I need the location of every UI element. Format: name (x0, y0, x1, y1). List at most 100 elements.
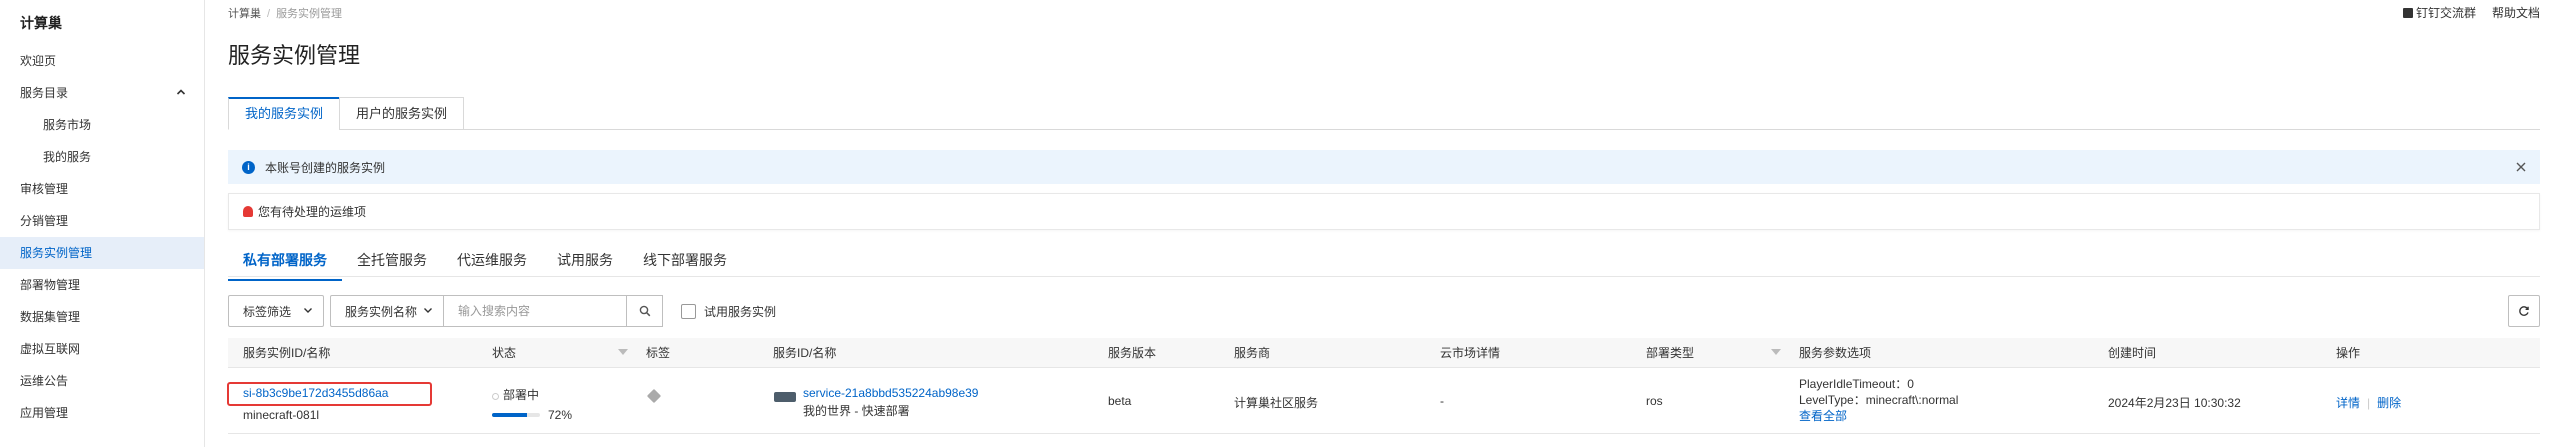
trial-checkbox-label: 试用服务实例 (704, 304, 777, 319)
dingtalk-label: 钉钉交流群 (2415, 6, 2476, 20)
filter-icon[interactable] (1771, 349, 1781, 355)
service-logo (774, 392, 796, 402)
col-provider: 服务商 (1234, 346, 1271, 360)
tab-private-deploy[interactable]: 私有部署服务 (228, 250, 342, 281)
dingtalk-icon (2402, 8, 2413, 18)
tag-icon (646, 388, 662, 404)
param-level-type: LevelType：minecraft\:normal (1799, 393, 1959, 407)
highlight-annotation (227, 382, 432, 406)
market-details: - (1440, 394, 1444, 408)
info-banner: i 本账号创建的服务实例 (228, 150, 2540, 184)
instance-scope-tabs: 我的服务实例 用户的服务实例 (228, 97, 465, 130)
sidebar-item-datasets[interactable]: 数据集管理 (0, 301, 204, 333)
sidebar-item-artifacts[interactable]: 部署物管理 (0, 269, 204, 301)
service-provider: 计算巢社区服务 (1234, 396, 1319, 410)
sidebar-item-distribution[interactable]: 分销管理 (0, 205, 204, 237)
trial-checkbox[interactable] (681, 303, 697, 319)
service-name: 我的世界 - 快速部署 (803, 404, 910, 418)
col-instance: 服务实例ID/名称 (243, 346, 331, 360)
sidebar-item-virtual-internet[interactable]: 虚拟互联网 (0, 333, 204, 365)
col-created: 创建时间 (2108, 346, 2157, 360)
delete-link[interactable]: 删除 (2377, 396, 2401, 410)
info-icon: i (242, 160, 255, 174)
chevron-down-icon (423, 305, 433, 318)
service-id-link[interactable]: service-21a8bbd535224ab98e39 (803, 386, 978, 400)
service-version: beta (1108, 394, 1132, 408)
col-params: 服务参数选项 (1799, 346, 1872, 360)
tab-trial[interactable]: 试用服务 (542, 250, 628, 281)
table-row: si-8b3c9be172d3455d86aa minecraft-081l 部… (228, 368, 2540, 434)
refresh-button[interactable] (2508, 295, 2540, 327)
param-player-idle-timeout: PlayerIdleTimeout：0 (1799, 377, 1914, 391)
search-button[interactable] (627, 295, 664, 327)
close-icon[interactable] (2516, 159, 2526, 175)
tab-my-instances[interactable]: 我的服务实例 (228, 97, 341, 130)
filter-icon[interactable] (618, 349, 628, 355)
service-logo-icon (774, 392, 796, 402)
sidebar-item-app-management[interactable]: 应用管理 (0, 397, 204, 429)
col-market: 云市场详情 (1440, 346, 1501, 360)
trial-instance-filter[interactable]: 试用服务实例 (681, 303, 776, 320)
sidebar-item-ops-notice[interactable]: 运维公告 (0, 365, 204, 397)
sidebar-item-service-market[interactable]: 服务市场 (0, 109, 204, 141)
sidebar: 计算巢 欢迎页 服务目录 服务市场 我的服务 审核管理 分销管理 服务实例管理 … (0, 0, 205, 447)
col-deploy-type: 部署类型 (1646, 346, 1695, 360)
table-header: 服务实例ID/名称 状态 标签 服务ID/名称 服务版本 服务商 云市场详情 部… (228, 338, 2540, 368)
status-text: 部署中 (492, 386, 539, 403)
sidebar-item-welcome[interactable]: 欢迎页 (0, 45, 204, 77)
bell-icon (243, 206, 253, 217)
status-dot-icon (492, 393, 499, 400)
col-version: 服务版本 (1108, 346, 1157, 360)
col-actions: 操作 (2336, 346, 2361, 360)
tag-edit-button[interactable] (646, 388, 662, 404)
breadcrumb: 计算巢 / 服务实例管理 (228, 5, 342, 21)
deploy-type: ros (1646, 394, 1663, 408)
status-label: 部署中 (503, 388, 540, 402)
ops-alert[interactable]: 您有待处理的运维项 (228, 193, 2540, 230)
sidebar-item-label: 服务目录 (20, 86, 69, 100)
search-field-select[interactable]: 服务实例名称 (330, 295, 445, 327)
tab-offline-deploy[interactable]: 线下部署服务 (628, 250, 742, 281)
ops-alert-text: 您有待处理的运维项 (258, 205, 367, 219)
info-banner-text: 本账号创建的服务实例 (265, 160, 386, 175)
tab-managed-ops[interactable]: 代运维服务 (442, 250, 542, 281)
chevron-down-icon (303, 305, 313, 318)
search-field-label: 服务实例名称 (345, 304, 418, 319)
deployment-type-tabs: 私有部署服务 全托管服务 代运维服务 试用服务 线下部署服务 (228, 250, 742, 281)
action-divider: | (2367, 396, 2371, 410)
deploy-progress-text: 72% (548, 408, 573, 422)
refresh-icon (2519, 306, 2529, 316)
deploy-progress-bar (492, 413, 540, 417)
tabs-divider (228, 129, 2540, 130)
sidebar-item-service-catalog[interactable]: 服务目录 (0, 77, 204, 109)
breadcrumb-root[interactable]: 计算巢 (228, 8, 261, 20)
page-title: 服务实例管理 (228, 43, 361, 68)
search-icon (639, 305, 650, 317)
chevron-up-icon[interactable] (176, 77, 186, 109)
sidebar-brand: 计算巢 (20, 15, 62, 31)
view-all-params-link[interactable]: 查看全部 (1799, 407, 1847, 424)
breadcrumb-separator: / (267, 8, 271, 20)
created-time: 2024年2月23日 10:30:32 (2108, 396, 2241, 410)
breadcrumb-current: 服务实例管理 (276, 8, 343, 20)
deploy-progress-fill (492, 413, 527, 417)
col-status: 状态 (492, 346, 517, 360)
dingtalk-link[interactable]: 钉钉交流群 (2402, 4, 2476, 21)
help-docs-link[interactable]: 帮助文档 (2492, 4, 2540, 21)
sidebar-item-review[interactable]: 审核管理 (0, 173, 204, 205)
sidebar-item-my-services[interactable]: 我的服务 (0, 141, 204, 173)
search-input[interactable] (444, 295, 628, 327)
table-toolbar: 标签筛选 服务实例名称 试用服务实例 (228, 295, 776, 327)
tab-user-instances[interactable]: 用户的服务实例 (339, 97, 465, 130)
detail-link[interactable]: 详情 (2336, 396, 2360, 410)
col-tags: 标签 (646, 346, 671, 360)
tag-filter-select[interactable]: 标签筛选 (228, 295, 325, 327)
sidebar-item-instances[interactable]: 服务实例管理 (0, 237, 204, 269)
col-service: 服务ID/名称 (773, 346, 837, 360)
tab-fully-managed[interactable]: 全托管服务 (342, 250, 442, 281)
tag-filter-label: 标签筛选 (243, 304, 292, 319)
instance-name: minecraft-081l (243, 408, 320, 422)
top-links: 钉钉交流群 帮助文档 (2402, 4, 2540, 21)
search-group: 服务实例名称 (330, 295, 664, 327)
row-actions: 详情 | 删除 (2336, 394, 2401, 411)
